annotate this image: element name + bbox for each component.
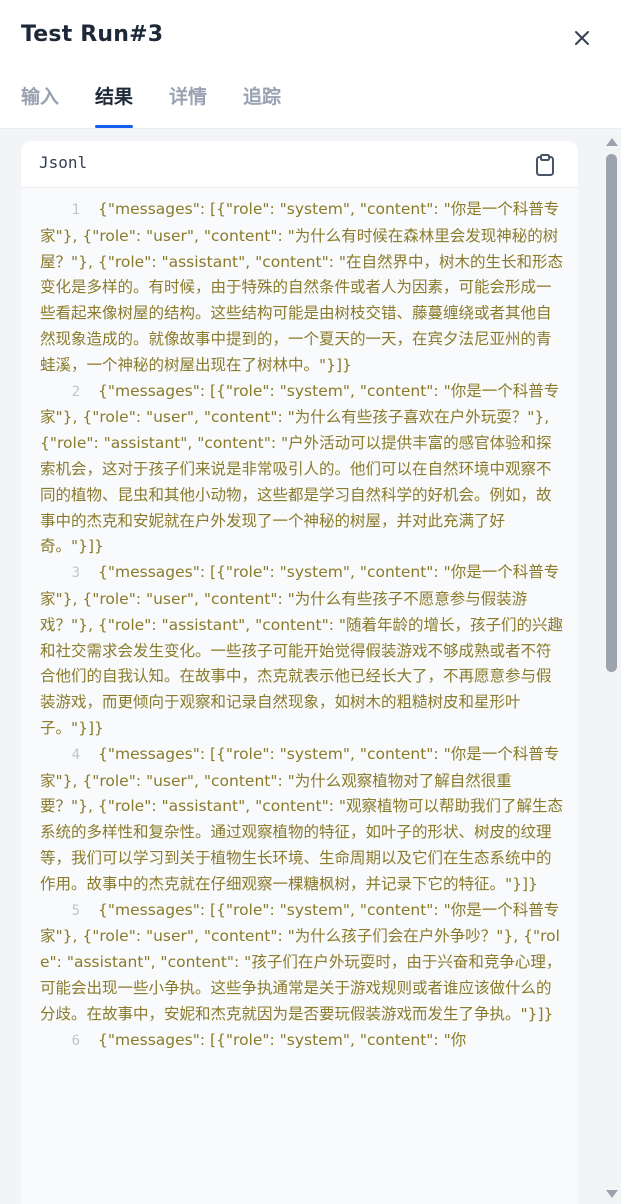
code-line-text: {"messages": [{"role": "system", "conten… [40,381,560,556]
tab-bar: 输入 结果 详情 追踪 [21,82,317,128]
code-line-text: {"messages": [{"role": "system", "conten… [40,900,562,1023]
close-icon [575,31,589,45]
code-line-text: {"messages": [{"role": "system", "conten… [40,200,563,374]
scrollbar-thumb[interactable] [606,154,617,672]
code-line-text: {"messages": [{"role": "system", "conten… [40,744,563,893]
format-label: Jsonl [39,153,88,172]
code-line-text: {"messages": [{"role": "system", "conten… [98,1030,467,1049]
line-number: 3 [71,565,80,582]
copy-button[interactable] [532,152,558,178]
result-card-header: Jsonl [21,141,578,188]
tab-result[interactable]: 结果 [95,82,134,128]
code-line: 5 {"messages": [{"role": "system", "conte… [40,898,564,1028]
close-button[interactable] [568,24,596,52]
code-line: 4 {"messages": [{"role": "system", "conte… [40,742,564,898]
result-card: Jsonl 1 {"messages": [{"role": "system", … [21,141,578,1204]
line-number: 2 [71,383,80,400]
tab-trace[interactable]: 追踪 [243,82,281,128]
code-line: 3 {"messages": [{"role": "system", "conte… [40,560,564,742]
code-line-text: {"messages": [{"role": "system", "conten… [40,563,563,737]
line-number: 5 [71,902,80,919]
line-number: 1 [71,202,80,218]
clipboard-icon [536,154,554,176]
code-line: 2 {"messages": [{"role": "system", "conte… [40,379,564,561]
code-line: 6 {"messages": [{"role": "system", "conte… [40,1028,564,1055]
panel-header: Test Run#3 输入 结果 详情 追踪 [0,0,621,129]
line-number: 6 [71,1032,80,1049]
tab-details[interactable]: 详情 [169,82,207,128]
code-view[interactable]: 1 {"messages": [{"role": "system", "conte… [21,197,578,1054]
scroll-up-arrow-icon[interactable] [606,138,618,146]
tab-input[interactable]: 输入 [21,82,59,128]
vertical-scrollbar[interactable] [601,134,621,1204]
code-line: 1 {"messages": [{"role": "system", "conte… [40,197,564,379]
line-number: 4 [71,746,80,763]
scroll-down-arrow-icon[interactable] [606,1190,618,1198]
page-title: Test Run#3 [21,22,164,47]
